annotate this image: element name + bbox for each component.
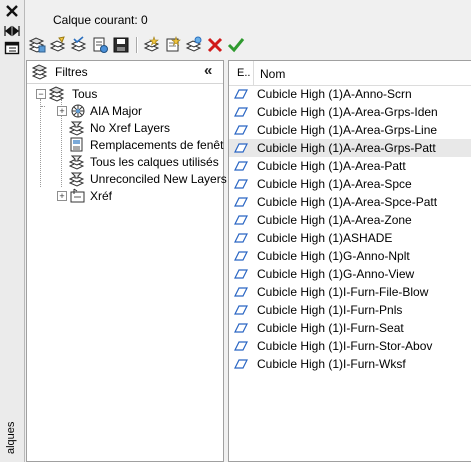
layer-row[interactable]: Cubicle High (1)A-Area-Grps-Line <box>229 121 471 139</box>
property-filter-icon <box>68 171 87 187</box>
layer-name: Cubicle High (1)A-Area-Spce-Patt <box>257 195 438 209</box>
layer-status-icon[interactable] <box>234 142 248 153</box>
layer-name: Cubicle High (1)A-Area-Zone <box>257 213 412 227</box>
filter-new-icon[interactable] <box>28 36 46 54</box>
viewport-overrides-icon <box>69 137 87 153</box>
group-filter-icon <box>69 103 87 119</box>
layer-row[interactable]: Cubicle High (1)I-Furn-Pnls <box>229 301 471 319</box>
layer-name: Cubicle High (1)I-Furn-Stor-Abov <box>257 339 433 353</box>
layer-row[interactable]: Cubicle High (1)G-Anno-View <box>229 265 471 283</box>
layer-row[interactable]: Cubicle High (1)ASHADE <box>229 229 471 247</box>
save-icon[interactable] <box>112 36 130 54</box>
properties-icon[interactable] <box>4 41 20 55</box>
layer-name: Cubicle High (1)A-Area-Grps-Line <box>257 123 438 137</box>
collapse-toggle[interactable]: − <box>36 89 46 99</box>
layer-states-icon[interactable] <box>70 36 88 54</box>
restore-state-icon[interactable] <box>91 36 109 54</box>
layer-list-body: Cubicle High (1)A-Anno-Scrn Cubicle High … <box>229 85 471 373</box>
auto-hide-icon[interactable] <box>4 24 20 38</box>
layer-name: Cubicle High (1)G-Anno-View <box>257 267 415 281</box>
tree-item-label: Remplacements de fenêt <box>90 138 224 152</box>
tree-item-label: Unreconciled New Layers <box>90 172 227 186</box>
layer-list-pane: E.. Nom Cubicle High (1)A-Anno-Scrn Cubic… <box>228 60 471 462</box>
tree-item-label: AIA Major <box>90 104 143 118</box>
layer-status-icon[interactable] <box>234 322 248 333</box>
layer-status-icon[interactable] <box>234 214 248 225</box>
layer-row[interactable]: Cubicle High (1)A-Area-Patt <box>229 157 471 175</box>
expand-toggle[interactable]: + <box>57 191 67 201</box>
layer-row[interactable]: Cubicle High (1)I-Furn-File-Blow <box>229 283 471 301</box>
layer-row[interactable]: Cubicle High (1)I-Furn-Stor-Abov <box>229 337 471 355</box>
layer-stack-icon <box>48 86 67 102</box>
layer-name: Cubicle High (1)I-Furn-Pnls <box>257 303 403 317</box>
close-icon[interactable] <box>4 4 20 18</box>
tree-item-label: Tous les calques utilisés <box>90 155 219 169</box>
toolbar <box>25 34 471 56</box>
collapse-icon[interactable]: « <box>204 63 218 78</box>
checkmark-icon[interactable] <box>227 36 245 54</box>
layer-row[interactable]: Cubicle High (1)I-Furn-Seat <box>229 319 471 337</box>
new-layer-icon[interactable] <box>143 36 161 54</box>
layer-status-icon[interactable] <box>234 304 248 315</box>
filter-layers-icon <box>31 64 50 80</box>
expand-toggle[interactable]: + <box>57 106 67 116</box>
column-header-name[interactable]: Nom <box>254 61 471 85</box>
filters-title: Filtres <box>55 65 88 79</box>
property-filter-icon <box>68 154 87 170</box>
layer-status-icon[interactable] <box>234 358 248 369</box>
new-layer-vp-icon[interactable] <box>185 36 203 54</box>
layer-name: Cubicle High (1)A-Area-Spce <box>257 177 412 191</box>
tree-item-label: Tous <box>72 87 98 101</box>
tree-item-label: Xréf <box>90 189 113 203</box>
layer-list-header: E.. Nom <box>229 61 471 86</box>
layer-status-icon[interactable] <box>234 106 248 117</box>
layer-name: Cubicle High (1)I-Furn-Seat <box>257 321 404 335</box>
group-filter-icon[interactable] <box>49 36 67 54</box>
layer-name: Cubicle High (1)ASHADE <box>257 231 393 245</box>
layer-status-icon[interactable] <box>234 250 248 261</box>
layer-status-icon[interactable] <box>234 88 248 99</box>
layer-status-icon[interactable] <box>234 196 248 207</box>
layer-row[interactable]: Cubicle High (1)A-Area-Zone <box>229 211 471 229</box>
layer-status-icon[interactable] <box>234 124 248 135</box>
delete-icon[interactable] <box>206 36 224 54</box>
layer-name: Cubicle High (1)A-Area-Patt <box>257 159 406 173</box>
tree-item-label: No Xref Layers <box>90 121 171 135</box>
layer-status-icon[interactable] <box>234 286 248 297</box>
layer-status-icon[interactable] <box>234 340 248 351</box>
layer-row[interactable]: Cubicle High (1)A-Anno-Scrn <box>229 85 471 103</box>
layer-name: Cubicle High (1)A-Area-Grps-Iden <box>257 105 438 119</box>
filters-pane: Filtres « − Tous + AIA Major No Xref Lay… <box>26 60 227 462</box>
layer-status-icon[interactable] <box>234 160 248 171</box>
layer-row[interactable]: Cubicle High (1)A-Area-Grps-Iden <box>229 103 471 121</box>
layer-status-icon[interactable] <box>234 268 248 279</box>
layer-name: Cubicle High (1)A-Area-Grps-Patt <box>257 141 436 155</box>
current-layer-label: Calque courant: 0 <box>53 13 148 27</box>
layer-name: Cubicle High (1)I-Furn-File-Blow <box>257 285 429 299</box>
new-layer-frozen-icon[interactable] <box>164 36 182 54</box>
xref-icon <box>69 188 87 204</box>
column-header-status[interactable]: E.. <box>229 61 254 85</box>
layer-name: Cubicle High (1)G-Anno-Nplt <box>257 249 410 263</box>
layer-name: Cubicle High (1)I-Furn-Wksf <box>257 357 406 371</box>
layer-row[interactable]: Cubicle High (1)G-Anno-Nplt <box>229 247 471 265</box>
palette-title: alques <box>5 421 17 454</box>
layer-row[interactable]: Cubicle High (1)A-Area-Spce <box>229 175 471 193</box>
layer-row[interactable]: Cubicle High (1)A-Area-Grps-Patt <box>229 139 471 157</box>
layer-status-icon[interactable] <box>234 178 248 189</box>
layer-row[interactable]: Cubicle High (1)A-Area-Spce-Patt <box>229 193 471 211</box>
palette-strip: alques <box>0 0 25 462</box>
layer-status-icon[interactable] <box>234 232 248 243</box>
layer-row[interactable]: Cubicle High (1)I-Furn-Wksf <box>229 355 471 373</box>
filters-header: Filtres « <box>27 61 223 84</box>
property-filter-icon <box>68 120 87 136</box>
layer-name: Cubicle High (1)A-Anno-Scrn <box>257 87 412 101</box>
